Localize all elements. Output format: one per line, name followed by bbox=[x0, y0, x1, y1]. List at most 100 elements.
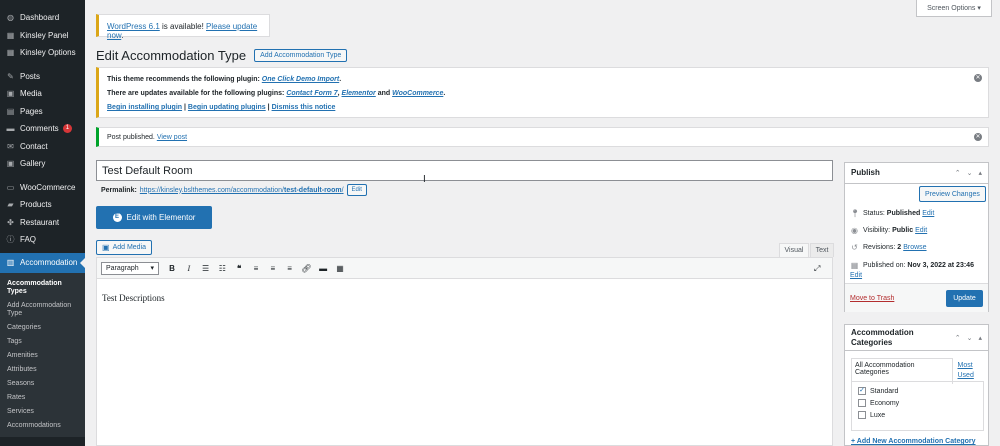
chevron-down-icon[interactable]: ⌄ bbox=[967, 169, 973, 177]
format-select[interactable]: Paragraph ▾ bbox=[101, 261, 159, 275]
category-item-luxe[interactable]: Luxe bbox=[858, 409, 977, 421]
status-row: 📍︎ Status: Published Edit bbox=[850, 209, 934, 218]
format-select-value: Paragraph bbox=[106, 264, 139, 272]
fullscreen-icon[interactable]: ⤢ bbox=[810, 262, 824, 276]
submenu-item-accommodations[interactable]: Accommodations bbox=[0, 419, 85, 433]
submenu-item-seasons[interactable]: Seasons bbox=[0, 377, 85, 391]
sidebar-group-top: ◍ Dashboard ▦ Kinsley Panel ▦ Kinsley Optio… bbox=[0, 9, 85, 62]
edit-date-link[interactable]: Edit bbox=[850, 272, 862, 279]
sidebar-item-faq[interactable]: ⓘ FAQ bbox=[0, 231, 85, 249]
move-to-trash-link[interactable]: Move to Trash bbox=[850, 295, 894, 302]
align-right-icon[interactable]: ≡ bbox=[283, 261, 297, 275]
browse-revisions-link[interactable]: Browse bbox=[903, 244, 926, 251]
toggle-panel-icon[interactable]: ▴ bbox=[978, 169, 982, 177]
permalink-link[interactable]: https://kinsley.bslthemes.com/accommodat… bbox=[140, 187, 344, 194]
text-cursor-icon: I bbox=[423, 174, 426, 185]
sidebar-item-restaurant[interactable]: ✤ Restaurant bbox=[0, 214, 85, 232]
screen-options-button[interactable]: Screen Options ▾ bbox=[916, 0, 992, 17]
align-center-icon[interactable]: ≡ bbox=[266, 261, 280, 275]
dismiss-notice-link[interactable]: Dismiss this notice bbox=[272, 104, 336, 111]
category-item-economy[interactable]: Economy bbox=[858, 397, 977, 409]
tab-text[interactable]: Text bbox=[810, 243, 834, 257]
sidebar-item-products[interactable]: ▰ Products bbox=[0, 196, 85, 214]
tab-visual[interactable]: Visual bbox=[779, 243, 809, 257]
sidebar-item-pages[interactable]: ▤ Pages bbox=[0, 103, 85, 121]
plugin-link-woocommerce[interactable]: WooCommerce bbox=[392, 90, 443, 97]
toolbar-toggle-icon[interactable]: ▦ bbox=[333, 261, 347, 275]
dismiss-icon[interactable]: ✕ bbox=[974, 74, 982, 82]
sidebar-item-contact[interactable]: ✉ Contact bbox=[0, 138, 85, 156]
submenu-item-services[interactable]: Services bbox=[0, 405, 85, 419]
plugin-link-elementor[interactable]: Elementor bbox=[342, 90, 376, 97]
sidebar-item-posts[interactable]: ✎ Posts bbox=[0, 68, 85, 86]
submenu-item-add-accommodation-type[interactable]: Add Accommodation Type bbox=[0, 299, 85, 321]
submenu-item-attributes[interactable]: Attributes bbox=[0, 363, 85, 377]
panel-icon: ▦ bbox=[6, 30, 15, 40]
sidebar-item-woocommerce[interactable]: ▭ WooCommerce bbox=[0, 179, 85, 197]
editor-toolbar: Paragraph ▾ B I ☰ ☷ ❝ ≡ ≡ ≡ 🔗︎ ▬ ▦ ⤢ bbox=[96, 257, 833, 279]
wordpress-version-link[interactable]: WordPress 6.1 bbox=[107, 22, 160, 31]
sidebar-item-gallery[interactable]: ▣ Gallery bbox=[0, 155, 85, 173]
plugin-link-one-click-demo-import[interactable]: One Click Demo Import bbox=[262, 76, 339, 83]
bulleted-list-icon[interactable]: ☰ bbox=[199, 261, 213, 275]
submenu-item-accommodation-types[interactable]: Accommodation Types bbox=[0, 277, 85, 299]
post-title-input[interactable] bbox=[96, 160, 833, 181]
checkbox[interactable] bbox=[858, 411, 866, 419]
sidebar-item-comments[interactable]: ▬ Comments 1 bbox=[0, 120, 85, 138]
elementor-icon: E bbox=[112, 213, 122, 222]
begin-installing-link[interactable]: Begin installing plugin bbox=[107, 104, 182, 111]
admin-sidebar: ◍ Dashboard ▦ Kinsley Panel ▦ Kinsley Optio… bbox=[0, 0, 85, 446]
submenu-item-rates[interactable]: Rates bbox=[0, 391, 85, 405]
align-left-icon[interactable]: ≡ bbox=[249, 261, 263, 275]
eye-icon: ◉ bbox=[851, 226, 858, 235]
edit-visibility-link[interactable]: Edit bbox=[915, 227, 927, 234]
view-post-link[interactable]: View post bbox=[157, 134, 187, 141]
update-button[interactable]: Update bbox=[946, 290, 983, 307]
status-value: Published bbox=[886, 210, 921, 217]
category-label: Luxe bbox=[870, 411, 886, 419]
sidebar-item-kinsley-panel[interactable]: ▦ Kinsley Panel bbox=[0, 27, 85, 45]
read-more-icon[interactable]: ▬ bbox=[316, 261, 330, 275]
category-item-standard[interactable]: ✓ Standard bbox=[858, 385, 977, 397]
permalink-row: Permalink: https://kinsley.bslthemes.com… bbox=[101, 184, 367, 196]
submenu-item-categories[interactable]: Categories bbox=[0, 321, 85, 335]
category-label: Economy bbox=[870, 399, 900, 407]
add-media-button[interactable]: ▣ Add Media bbox=[96, 240, 153, 255]
blockquote-icon[interactable]: ❝ bbox=[232, 261, 246, 275]
submenu-item-amenities[interactable]: Amenities bbox=[0, 349, 85, 363]
sidebar-item-label: Kinsley Options bbox=[20, 48, 76, 58]
preview-changes-button[interactable]: Preview Changes bbox=[919, 186, 986, 202]
italic-icon[interactable]: I bbox=[182, 261, 196, 275]
submenu-item-tags[interactable]: Tags bbox=[0, 335, 85, 349]
options-icon: ▦ bbox=[6, 48, 15, 58]
toggle-panel-icon[interactable]: ▴ bbox=[978, 334, 982, 342]
plugin-link-contact-form-7[interactable]: Contact Form 7 bbox=[286, 90, 337, 97]
page-heading: Edit Accommodation Type Add Accommodatio… bbox=[96, 48, 348, 63]
updates-line: There are updates available for the foll… bbox=[107, 90, 980, 98]
dismiss-icon[interactable]: ✕ bbox=[974, 133, 982, 141]
edit-status-link[interactable]: Edit bbox=[922, 210, 934, 217]
sidebar-item-kinsley-options[interactable]: ▦ Kinsley Options bbox=[0, 44, 85, 62]
products-icon: ▰ bbox=[7, 200, 14, 210]
editor-content[interactable]: Test Descriptions bbox=[96, 279, 833, 446]
chevron-up-icon[interactable]: ⌃ bbox=[955, 334, 961, 342]
sidebar-item-accommodation[interactable]: ▥ Accommodation bbox=[0, 252, 85, 273]
recommend-period: . bbox=[339, 76, 342, 83]
add-new-category-link[interactable]: + Add New Accommodation Category bbox=[851, 438, 976, 445]
begin-updating-link[interactable]: Begin updating plugins bbox=[188, 104, 266, 111]
edit-permalink-button[interactable]: Edit bbox=[346, 184, 367, 196]
categories-box-header: Accommodation Categories ⌃ ⌄ ▴ bbox=[845, 325, 988, 351]
sidebar-item-label: Dashboard bbox=[20, 13, 60, 23]
checkbox[interactable] bbox=[858, 399, 866, 407]
sidebar-item-dashboard[interactable]: ◍ Dashboard bbox=[0, 9, 85, 27]
sidebar-item-media[interactable]: ▣ Media bbox=[0, 85, 85, 103]
checkbox-checked[interactable]: ✓ bbox=[858, 387, 866, 395]
numbered-list-icon[interactable]: ☷ bbox=[215, 261, 229, 275]
link-icon[interactable]: 🔗︎ bbox=[299, 261, 313, 275]
chevron-up-icon[interactable]: ⌃ bbox=[955, 169, 961, 177]
edit-with-elementor-button[interactable]: E Edit with Elementor bbox=[96, 206, 212, 229]
chevron-down-icon[interactable]: ⌄ bbox=[967, 334, 973, 342]
add-accommodation-type-button[interactable]: Add Accommodation Type bbox=[254, 49, 348, 62]
bold-icon[interactable]: B bbox=[165, 261, 179, 275]
sidebar-item-label: Restaurant bbox=[20, 217, 60, 227]
